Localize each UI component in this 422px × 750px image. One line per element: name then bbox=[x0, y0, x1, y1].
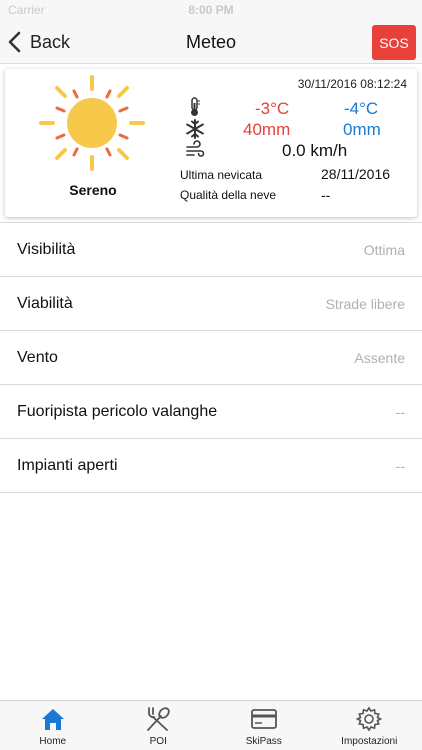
wind-label: Vento bbox=[17, 349, 58, 366]
snow-min: 0mm bbox=[343, 120, 381, 139]
list-item: Fuoripista pericolo valanghe -- bbox=[0, 385, 422, 439]
temperature-max: -3°C bbox=[255, 99, 290, 118]
snow-max: 40mm bbox=[243, 120, 291, 139]
last-snowfall-value: 28/11/2016 bbox=[321, 166, 391, 182]
snowflake-icon bbox=[186, 119, 204, 139]
page-title: Meteo bbox=[185, 32, 237, 52]
update-datetime: 30/11/2016 08:12:24 bbox=[297, 77, 407, 91]
status-bar: Carrier 8:00 PM bbox=[0, 0, 422, 20]
wind-value: Assente bbox=[354, 350, 405, 366]
snow-quality-label: Qualità della neve bbox=[180, 188, 277, 202]
tab-home-label: Home bbox=[39, 736, 67, 747]
status-time: 8:00 PM bbox=[188, 3, 234, 17]
snow-quality-value: -- bbox=[321, 187, 331, 203]
sky-condition: Sereno bbox=[69, 182, 117, 198]
tab-skipass[interactable]: SkiPass bbox=[211, 701, 317, 750]
meteo-screen: Carrier 8:00 PM Back Meteo SOS Sereno 30… bbox=[0, 0, 422, 750]
list-item: Vento Assente bbox=[0, 331, 422, 385]
avalanche-value: -- bbox=[395, 404, 405, 420]
sun-icon bbox=[39, 75, 145, 171]
roads-label: Viabilità bbox=[17, 295, 73, 312]
tab-home[interactable]: Home bbox=[0, 701, 106, 750]
tab-skipass-label: SkiPass bbox=[245, 736, 282, 747]
lifts-open-value: -- bbox=[395, 458, 405, 474]
wind-icon bbox=[186, 140, 205, 157]
wind-speed: 0.0 km/h bbox=[282, 141, 348, 160]
visibility-label: Visibilità bbox=[17, 241, 76, 258]
avalanche-label: Fuoripista pericolo valanghe bbox=[17, 403, 218, 420]
list-item: Impianti aperti -- bbox=[0, 439, 422, 493]
info-list: Visibilità Ottima Viabilità Strade liber… bbox=[0, 222, 422, 493]
visibility-value: Ottima bbox=[363, 242, 405, 258]
last-snowfall-label: Ultima nevicata bbox=[180, 168, 263, 182]
gear-icon bbox=[355, 706, 383, 732]
card-icon bbox=[250, 709, 277, 729]
navigation-bar: Back Meteo SOS bbox=[0, 20, 422, 64]
lifts-open-label: Impianti aperti bbox=[17, 457, 118, 474]
thermometer-icon bbox=[191, 97, 200, 116]
tab-poi[interactable]: POI bbox=[106, 701, 212, 750]
weather-card: Sereno 30/11/2016 08:12:24 -3°C -4°C 40m… bbox=[5, 69, 417, 217]
roads-value: Strade libere bbox=[325, 296, 405, 312]
tab-poi-label: POI bbox=[149, 736, 167, 747]
tab-bar: Home POI SkiPass Impostazioni bbox=[0, 700, 422, 750]
tab-settings[interactable]: Impostazioni bbox=[317, 701, 422, 750]
tab-settings-label: Impostazioni bbox=[341, 736, 398, 747]
home-icon bbox=[41, 709, 64, 730]
temperature-min: -4°C bbox=[344, 99, 379, 118]
list-item: Viabilità Strade libere bbox=[0, 277, 422, 331]
sos-button[interactable]: SOS bbox=[372, 25, 416, 60]
list-item: Visibilità Ottima bbox=[0, 223, 422, 277]
fork-spoon-icon bbox=[147, 707, 170, 731]
